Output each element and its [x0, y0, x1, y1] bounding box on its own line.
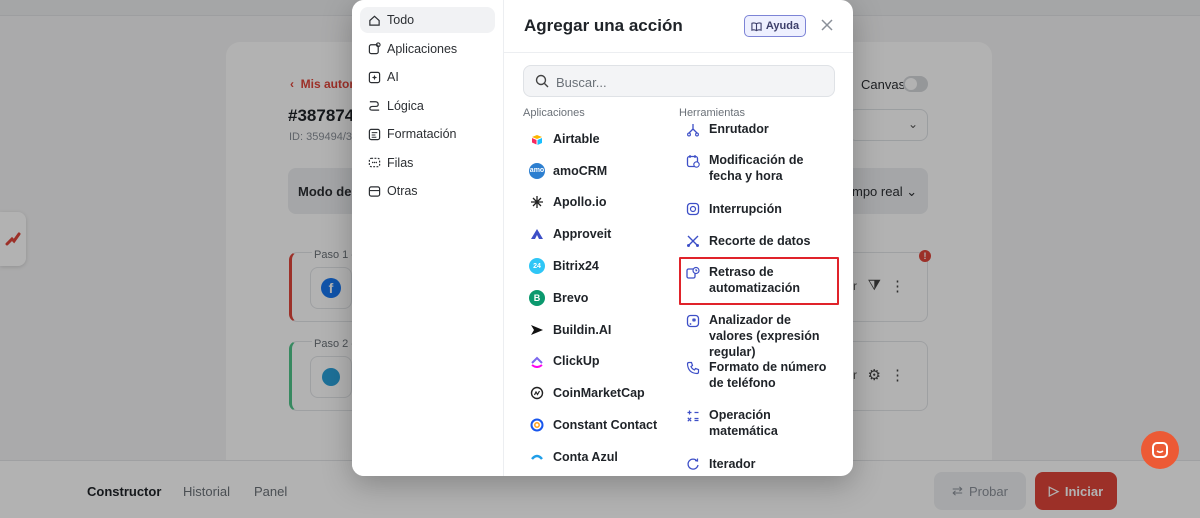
constant-contact-logo-icon	[529, 417, 545, 433]
other-icon	[367, 184, 381, 198]
close-button[interactable]	[816, 14, 838, 36]
tool-operacion-matematica[interactable]: Operación matemática	[679, 400, 839, 448]
close-icon	[821, 19, 833, 31]
clickup-logo-icon	[529, 353, 545, 369]
amocrm-logo-icon: amo	[529, 162, 545, 179]
search-box[interactable]	[523, 65, 835, 97]
airtable-logo-icon	[529, 131, 545, 147]
app-approveit[interactable]: Approveit	[523, 218, 673, 250]
tools-list: Enrutador Modificación de fecha y hora I…	[679, 123, 839, 476]
category-formatacion[interactable]: Formatación	[360, 121, 495, 147]
ai-icon	[367, 70, 381, 84]
queue-icon	[367, 156, 381, 170]
app-conta-azul[interactable]: Conta Azul	[523, 441, 673, 473]
delay-icon	[685, 265, 701, 281]
tool-interrupcion[interactable]: Interrupción	[679, 193, 839, 225]
tools-column-header: Herramientas	[679, 107, 746, 119]
regex-icon	[685, 313, 701, 329]
conta-azul-logo-icon	[529, 449, 545, 465]
router-icon	[685, 123, 701, 138]
tool-enrutador[interactable]: Enrutador	[679, 123, 839, 145]
app-bitrix24[interactable]: 24 Bitrix24	[523, 250, 673, 282]
tool-formato-telefono[interactable]: Formato de número de teléfono	[679, 352, 839, 400]
category-aplicaciones[interactable]: Aplicaciones	[360, 36, 495, 62]
tool-recorte-datos[interactable]: Recorte de datos	[679, 225, 839, 257]
iterator-icon	[685, 456, 701, 472]
add-action-modal: Todo Aplicaciones AI Lógica Formatación	[352, 0, 853, 476]
coinmarketcap-logo-icon	[529, 385, 545, 401]
tool-modificacion-fecha[interactable]: Modificación de fecha y hora	[679, 145, 839, 193]
logic-icon	[367, 99, 381, 113]
home-icon	[367, 13, 381, 27]
brevo-logo-icon: B	[529, 289, 545, 306]
app-coinmarketcap[interactable]: CoinMarketCap	[523, 377, 673, 409]
category-ai[interactable]: AI	[360, 64, 495, 90]
tool-retraso-automatizacion[interactable]: Retraso de automatización	[679, 256, 839, 305]
bitrix24-logo-icon: 24	[529, 258, 545, 275]
app-clickup[interactable]: ClickUp	[523, 346, 673, 378]
apps-icon	[367, 42, 381, 56]
calendar-icon	[685, 153, 701, 169]
app-brevo[interactable]: B Brevo	[523, 282, 673, 314]
modal-title: Agregar una acción	[524, 16, 683, 35]
category-otras[interactable]: Otras	[360, 178, 495, 204]
apps-list: Airtable amo amoCRM Apollo.io Approveit …	[523, 123, 673, 476]
actions-panel: Agregar una acción Ayuda Aplicaciones He…	[504, 0, 853, 476]
help-button[interactable]: Ayuda	[744, 15, 806, 37]
tool-iterador[interactable]: Iterador	[679, 448, 839, 476]
approveit-logo-icon	[529, 226, 545, 242]
search-icon	[535, 74, 549, 88]
math-icon	[685, 408, 701, 424]
app-apollo[interactable]: Apollo.io	[523, 187, 673, 219]
category-todo[interactable]: Todo	[360, 7, 495, 33]
category-sidebar: Todo Aplicaciones AI Lógica Formatación	[352, 0, 504, 476]
apps-column-header: Aplicaciones	[523, 107, 585, 119]
tool-analizador-valores[interactable]: Analizador de valores (expresión regular…	[679, 305, 839, 359]
category-logica[interactable]: Lógica	[360, 93, 495, 119]
buildin-logo-icon	[529, 322, 545, 338]
search-input[interactable]	[556, 73, 816, 91]
chat-icon	[1152, 442, 1168, 458]
app-amocrm[interactable]: amo amoCRM	[523, 155, 673, 187]
app-constant-contact[interactable]: Constant Contact	[523, 409, 673, 441]
phone-icon	[685, 360, 701, 376]
app-buildin[interactable]: Buildin.AI	[523, 314, 673, 346]
header-divider	[504, 52, 853, 53]
chat-button[interactable]	[1141, 431, 1179, 469]
stop-icon	[685, 201, 701, 217]
format-icon	[367, 127, 381, 141]
apollo-logo-icon	[529, 194, 545, 210]
category-filas[interactable]: Filas	[360, 150, 495, 176]
book-icon	[751, 21, 762, 31]
scissors-icon	[685, 233, 701, 249]
app-airtable[interactable]: Airtable	[523, 123, 673, 155]
